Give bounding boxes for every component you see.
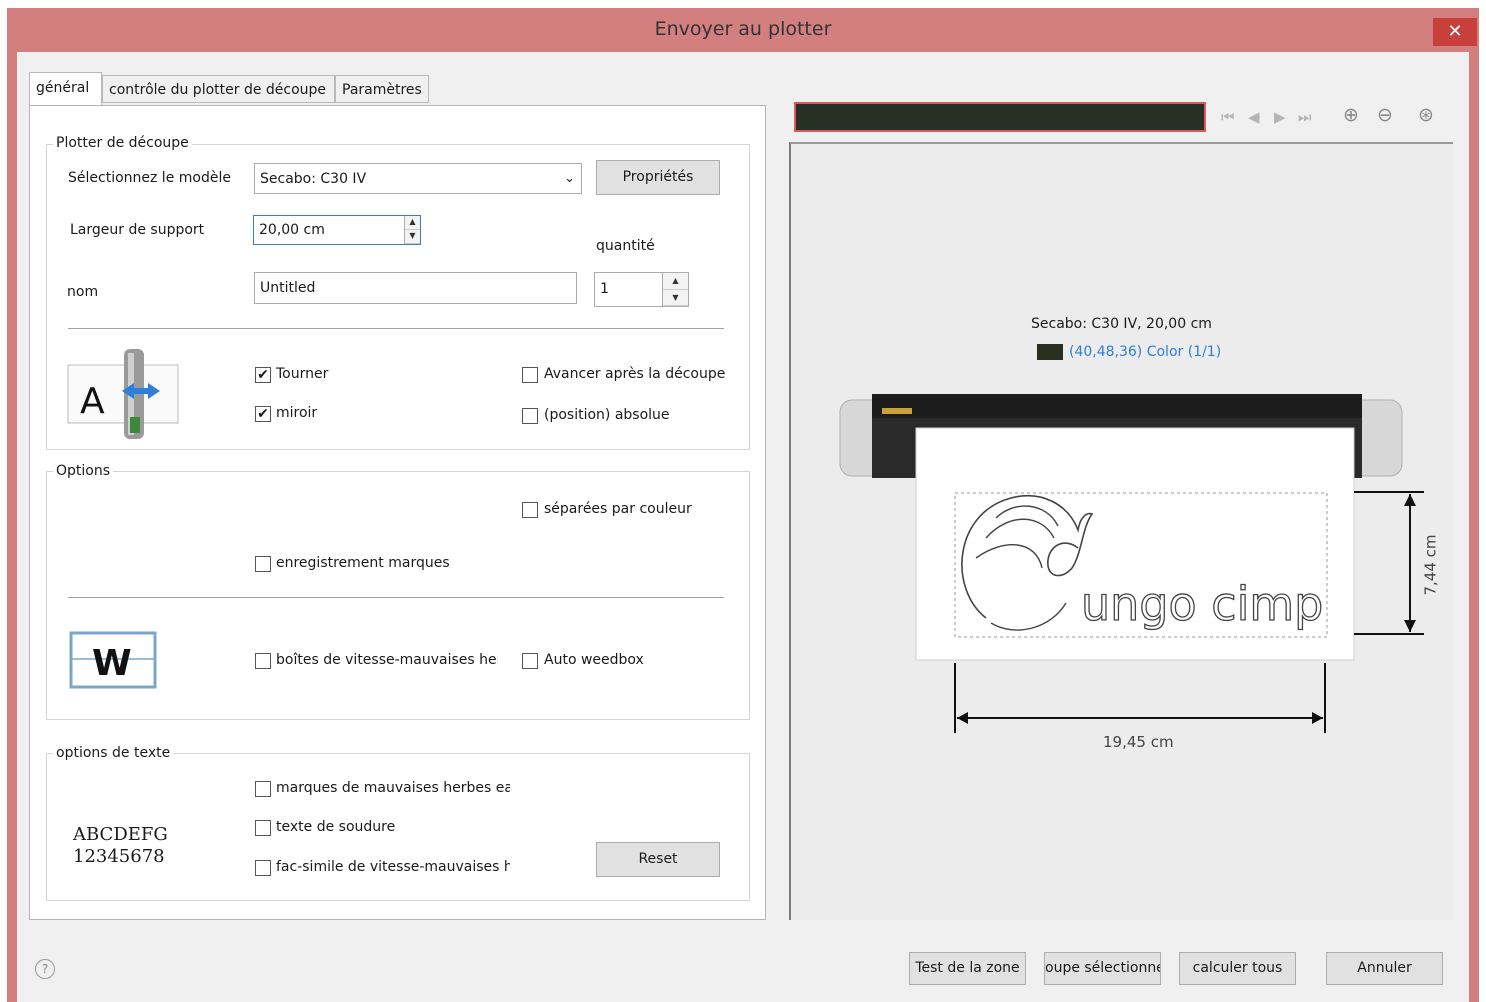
color-info: (40,48,36) Color (1/1) <box>1069 344 1222 360</box>
last-page-icon[interactable]: ⏭ <box>1298 108 1312 126</box>
quantity-input[interactable]: 1 ▲ ▼ <box>594 272 689 307</box>
registration-marks-label: enregistrement marques <box>276 555 450 571</box>
color-separate-checkbox[interactable] <box>522 502 538 518</box>
absolute-label: (position) absolue <box>544 407 670 423</box>
color-separate-label: séparées par couleur <box>544 501 692 517</box>
help-icon[interactable]: ? <box>35 959 55 979</box>
device-info: Secabo: C30 IV, 20,00 cm <box>1031 316 1212 332</box>
spin-up-icon[interactable]: ▲ <box>405 216 420 230</box>
weed-marks-label: marques de mauvaises herbes ea: <box>276 780 510 796</box>
zoom-in-icon[interactable]: ⊕ <box>1343 104 1359 126</box>
weed-marks-checkbox[interactable] <box>255 781 271 797</box>
name-label: nom <box>67 284 99 300</box>
width-value: 20,00 cm <box>259 222 325 238</box>
mirror-label: miroir <box>276 405 318 421</box>
reset-button[interactable]: Reset <box>596 842 720 877</box>
text-sample-line1: ABCDEFG <box>73 824 168 845</box>
spin-down-icon[interactable]: ▼ <box>405 230 420 244</box>
properties-button[interactable]: Propriétés <box>596 160 720 195</box>
spin-down-icon[interactable]: ▼ <box>663 290 688 306</box>
previous-page-icon[interactable]: ◀ <box>1248 108 1260 126</box>
mirror-checkbox[interactable]: ✔ <box>255 406 271 422</box>
registration-marks-checkbox[interactable] <box>255 556 271 572</box>
spin-up-icon[interactable]: ▲ <box>663 273 688 290</box>
tab-parameters[interactable]: Paramètres <box>335 75 429 103</box>
text-options-group-title: options de texte <box>53 745 174 761</box>
quantity-label: quantité <box>596 238 655 254</box>
weedbox-checkbox[interactable] <box>255 653 271 669</box>
separator <box>68 597 724 598</box>
icon-letter-w: W <box>92 643 132 684</box>
design-text: ungo cimp <box>1081 577 1323 631</box>
plotter-illustration: ungo cimp <box>839 394 1424 733</box>
zoom-out-icon[interactable]: ⊖ <box>1377 104 1393 126</box>
cancel-button[interactable]: Annuler <box>1326 952 1443 985</box>
rotate-mirror-icon: A <box>67 349 179 439</box>
plotter-group-title: Plotter de découpe <box>53 135 192 151</box>
fit-view-icon[interactable]: ⊛ <box>1418 104 1434 126</box>
model-select[interactable]: Secabo: C30 IV ⌄ <box>254 163 582 194</box>
facsimile-checkbox[interactable] <box>255 860 271 876</box>
quantity-value: 1 <box>600 281 609 297</box>
rotate-checkbox[interactable]: ✔ <box>255 367 271 383</box>
separator <box>68 328 724 329</box>
weld-text-checkbox[interactable] <box>255 820 271 836</box>
name-input[interactable]: Untitled <box>254 272 577 304</box>
title-bar: Envoyer au plotter ✕ <box>7 8 1479 52</box>
width-input[interactable]: 20,00 cm ▲ ▼ <box>253 215 421 245</box>
advance-checkbox[interactable] <box>522 367 538 383</box>
cut-selected-button[interactable]: oupe sélectionne <box>1044 952 1161 985</box>
test-zone-button[interactable]: Test de la zone <box>909 952 1026 985</box>
next-page-icon[interactable]: ▶ <box>1274 108 1286 126</box>
text-sample: ABCDEFG 12345678 <box>73 824 168 868</box>
first-page-icon[interactable]: ⏮ <box>1221 108 1235 126</box>
width-spinner[interactable]: ▲ ▼ <box>404 216 420 244</box>
auto-weedbox-label: Auto weedbox <box>544 652 644 668</box>
quantity-spinner[interactable]: ▲ ▼ <box>662 273 688 306</box>
icon-letter-a: A <box>80 381 105 422</box>
weld-text-label: texte de soudure <box>276 819 396 835</box>
calculate-all-button[interactable]: calculer tous <box>1179 952 1296 985</box>
window-title: Envoyer au plotter <box>654 18 832 40</box>
chevron-down-icon: ⌄ <box>564 171 575 186</box>
close-button[interactable]: ✕ <box>1433 18 1477 46</box>
width-label: Largeur de support <box>70 222 205 238</box>
color-layer-strip[interactable] <box>794 102 1206 132</box>
height-dimension: 7,44 cm <box>1421 534 1440 596</box>
width-dimension: 19,45 cm <box>1103 733 1174 751</box>
auto-weedbox-checkbox[interactable] <box>522 653 538 669</box>
options-group-title: Options <box>53 463 114 479</box>
advance-label: Avancer après la découpe <box>544 366 726 382</box>
tab-general[interactable]: général <box>29 72 102 106</box>
color-swatch <box>1037 344 1063 360</box>
weedbox-label: boîtes de vitesse-mauvaises her <box>276 652 498 668</box>
facsimile-label: fac-simile de vitesse-mauvaises h <box>276 859 510 875</box>
weedbox-icon: W <box>69 631 157 689</box>
model-select-value: Secabo: C30 IV <box>260 171 367 187</box>
text-sample-line2: 12345678 <box>73 846 165 867</box>
model-label: Sélectionnez le modèle <box>68 170 231 186</box>
absolute-checkbox[interactable] <box>522 408 538 424</box>
rotate-label: Tourner <box>276 366 329 382</box>
tab-plotter-control[interactable]: contrôle du plotter de découpe <box>102 75 335 103</box>
